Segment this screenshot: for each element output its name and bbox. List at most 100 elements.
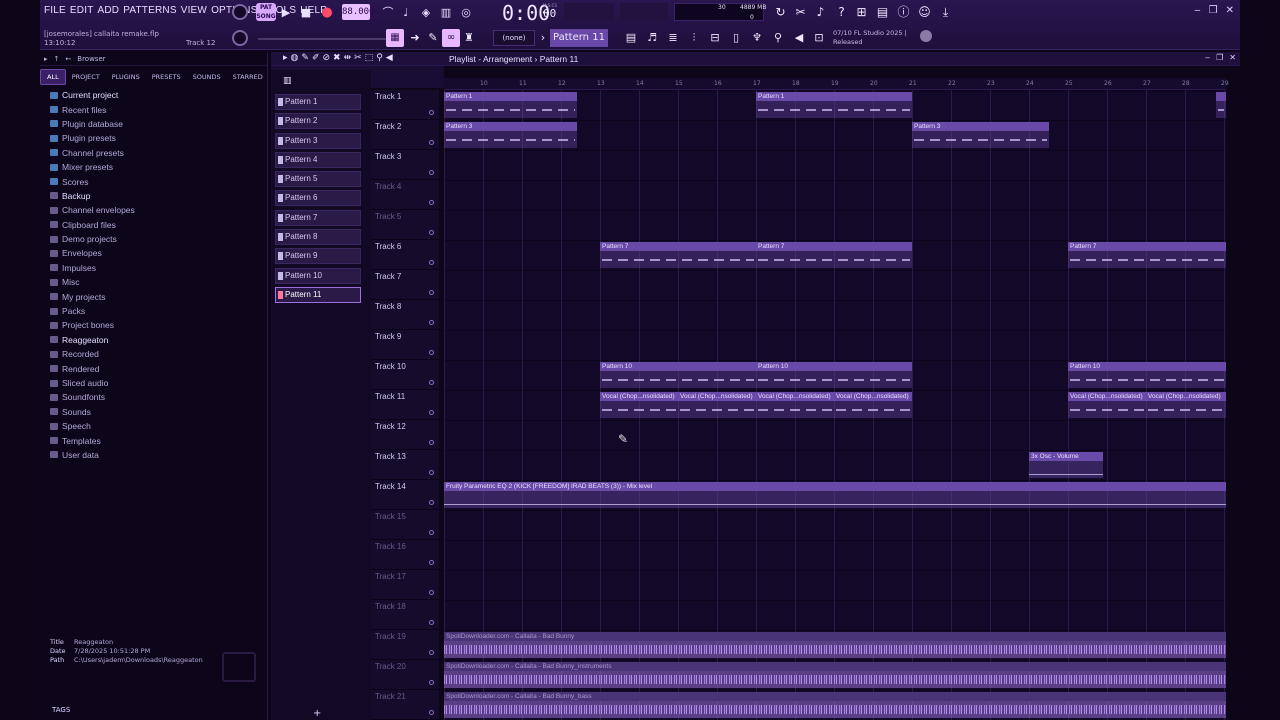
playlist-slip-icon[interactable]: ⇹ [344, 53, 352, 63]
track-mute-led[interactable] [429, 530, 434, 535]
audio-clip[interactable]: SpotiDownloader.com - Callaita - Bad Bun… [444, 632, 1226, 658]
playlist-close-icon[interactable]: ✕ [1229, 53, 1236, 62]
menu-patterns[interactable]: PATTERNS [123, 5, 176, 16]
pattern-item[interactable]: Pattern 8 [275, 229, 361, 246]
menu-add[interactable]: ADD [98, 5, 120, 16]
snap-icon[interactable]: ▦ [386, 29, 404, 47]
master-volume-knob[interactable] [232, 4, 248, 20]
playlist-mute-icon[interactable]: ✖ [333, 53, 341, 63]
megaphone-icon[interactable]: ◀ [790, 29, 808, 47]
news-panel[interactable]: 07/10 FL Studio 2025 | Released [833, 29, 907, 47]
pattern-item[interactable]: Pattern 6 [275, 190, 361, 207]
playlist-delete-icon[interactable]: ⊘ [322, 53, 330, 63]
pattern-clip[interactable]: Pattern 10 [600, 362, 756, 388]
pattern-item[interactable]: Pattern 11 [275, 286, 361, 303]
pattern-clip[interactable]: Vocal (Chop...nsolidated) [678, 392, 756, 418]
browser-item[interactable]: Impulses [50, 261, 135, 275]
pattern-clip[interactable] [1216, 92, 1226, 118]
track-mute-led[interactable] [429, 140, 434, 145]
cart-icon[interactable]: ⊡ [810, 29, 828, 47]
track-header[interactable]: Track 9 [371, 330, 439, 360]
help-icon[interactable]: ? [833, 4, 850, 21]
browser-item[interactable]: Plugin database [50, 117, 135, 131]
playlist-menu-icon[interactable]: ▸ [283, 53, 288, 63]
pattern-clip[interactable]: Pattern 7 [600, 242, 756, 268]
playlist-speaker-icon[interactable]: ◀ [386, 53, 393, 63]
snap-select[interactable]: (none) [493, 30, 535, 46]
pattern-mode-icon[interactable]: ⌒ [380, 5, 396, 21]
browser-menu-icon[interactable]: ▸ [44, 55, 48, 63]
pattern-clip[interactable]: Pattern 1 [444, 92, 577, 118]
mixer-sliders-icon[interactable]: ⫶ [685, 29, 703, 47]
master-pitch-knob[interactable] [232, 30, 248, 46]
close-icon[interactable]: ✕ [1226, 5, 1234, 16]
audio-clip[interactable]: SpotiDownloader.com - Callaita - Bad Bun… [444, 692, 1226, 718]
track-header[interactable]: Track 15 [371, 510, 439, 540]
browser-item[interactable]: Misc [50, 275, 135, 289]
pattern-clip[interactable]: Vocal (Chop...nsolidated) [1068, 392, 1146, 418]
pattern-clip[interactable]: Pattern 1 [756, 92, 912, 118]
track-mute-led[interactable] [429, 290, 434, 295]
picker-pattern-icon[interactable]: ▥ [283, 76, 292, 86]
pattern-item[interactable]: Pattern 7 [275, 209, 361, 226]
pattern-clip[interactable]: Pattern 3 [912, 122, 1049, 148]
channel-rack-icon[interactable]: ▤ [874, 4, 891, 21]
play-icon[interactable]: ▶ [278, 5, 294, 21]
loop-record-icon[interactable]: ◎ [458, 5, 474, 21]
restore-icon[interactable]: ❐ [1209, 5, 1218, 16]
browser-item[interactable]: Channel presets [50, 146, 135, 160]
export-icon[interactable]: ⤓ [937, 4, 954, 21]
browser-item[interactable]: Recorded [50, 347, 135, 361]
pattern-item[interactable]: Pattern 10 [275, 267, 361, 284]
metronome-icon[interactable]: ♩ [398, 5, 414, 21]
playlist-icon[interactable]: ▤ [622, 29, 640, 47]
menu-file[interactable]: FILE [44, 5, 66, 16]
file-icon[interactable]: ▯ [727, 29, 745, 47]
browser-item[interactable]: Sounds [50, 405, 135, 419]
pattern-item[interactable]: Pattern 2 [275, 113, 361, 130]
countdown-icon[interactable]: ◈ [418, 5, 434, 21]
playlist-zoom-icon[interactable]: ⚲ [376, 53, 383, 63]
timeline-ruler[interactable]: 10 11 12 13 14 15 16 17 18 19 20 21 22 23 24 25 26 27 28 29 [444, 78, 1229, 90]
pattern-clip[interactable]: Vocal (Chop...nsolidated) [834, 392, 912, 418]
playlist-grid[interactable]: Pattern 1 Pattern 1 Pattern 3 Pattern 3 Patt… [444, 90, 1226, 720]
browser-item[interactable]: Backup [50, 189, 135, 203]
browser-item[interactable]: Recent files [50, 102, 135, 116]
chat-icon[interactable]: ☺ [916, 4, 933, 21]
pattern-select[interactable]: Pattern 11 [550, 29, 608, 47]
track-mute-led[interactable] [429, 590, 434, 595]
playlist-slice-icon[interactable]: ✂ [354, 53, 362, 63]
track-header[interactable]: Track 12 [371, 420, 439, 450]
browser-item[interactable]: Sliced audio [50, 376, 135, 390]
track-header[interactable]: Track 14 [371, 480, 439, 510]
browser-item[interactable]: Templates [50, 433, 135, 447]
track-mute-led[interactable] [429, 680, 434, 685]
image-line-logo-icon[interactable] [920, 30, 932, 42]
track-header[interactable]: Track 13 [371, 450, 439, 480]
pattern-icon[interactable]: ⊟ [706, 29, 724, 47]
track-mute-led[interactable] [429, 470, 434, 475]
playlist-restore-icon[interactable]: ❐ [1216, 53, 1223, 62]
track-header[interactable]: Track 20 [371, 660, 439, 690]
track-mute-led[interactable] [429, 230, 434, 235]
browser-item[interactable]: Mixer presets [50, 160, 135, 174]
minimize-icon[interactable]: ‒ [1194, 5, 1200, 16]
pattern-clip[interactable]: Vocal (Chop...nsolidated) [600, 392, 678, 418]
track-header[interactable]: Track 7 [371, 270, 439, 300]
playlist-draw-icon[interactable]: ✎ [301, 53, 309, 63]
automation-clip[interactable]: Fruity Parametric EQ 2 (KICK [FREEDOM] I… [444, 482, 1226, 508]
pattern-item[interactable]: Pattern 3 [275, 132, 361, 149]
track-mute-led[interactable] [429, 110, 434, 115]
track-header[interactable]: Track 5 [371, 210, 439, 240]
track-header[interactable]: Track 21 [371, 690, 439, 720]
track-mute-led[interactable] [429, 200, 434, 205]
track-header[interactable]: Track 19 [371, 630, 439, 660]
browser-item[interactable]: Rendered [50, 361, 135, 375]
track-mute-led[interactable] [429, 620, 434, 625]
browser-tab-plugins[interactable]: PLUGINS [106, 70, 146, 84]
browser-item[interactable]: Project bones [50, 318, 135, 332]
pattern-clip[interactable]: Vocal (Chop...nsolidated) [756, 392, 834, 418]
link-icon[interactable]: ∞ [442, 29, 460, 47]
playlist-minimize-icon[interactable]: ‒ [1205, 53, 1210, 62]
track-mute-led[interactable] [429, 440, 434, 445]
